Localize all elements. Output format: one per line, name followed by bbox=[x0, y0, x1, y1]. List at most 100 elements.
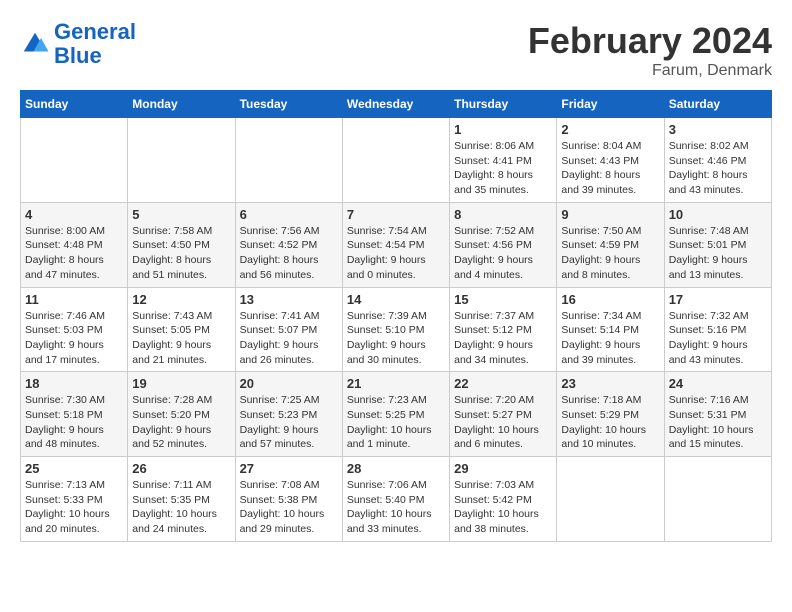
calendar-cell: 13Sunrise: 7:41 AM Sunset: 5:07 PM Dayli… bbox=[235, 287, 342, 372]
day-info: Sunrise: 7:43 AM Sunset: 5:05 PM Dayligh… bbox=[132, 309, 230, 368]
day-number: 18 bbox=[25, 376, 123, 391]
calendar-cell: 19 Sunrise: 7:28 AM Sunset: 5:20 PM Dayli… bbox=[128, 372, 235, 457]
page-title: February 2024 bbox=[528, 20, 772, 62]
logo-line1: General bbox=[54, 19, 136, 44]
weekday-header-row: SundayMondayTuesdayWednesdayThursdayFrid… bbox=[21, 91, 772, 118]
calendar-cell bbox=[342, 118, 449, 203]
day-number: 9 bbox=[561, 207, 659, 222]
day-info: Sunrise: 7:03 AM Sunset: 5:42 PM Dayligh… bbox=[454, 478, 552, 537]
calendar-week-row: 4 Sunrise: 8:00 AM Sunset: 4:48 PM Daylig… bbox=[21, 202, 772, 287]
calendar-cell: 6Sunrise: 7:56 AM Sunset: 4:52 PM Daylig… bbox=[235, 202, 342, 287]
day-number: 19 bbox=[132, 376, 230, 391]
calendar-cell: 3 Sunrise: 8:02 AM Sunset: 4:46 PM Daylig… bbox=[664, 118, 771, 203]
calendar-cell: 27Sunrise: 7:08 AM Sunset: 5:38 PM Dayli… bbox=[235, 457, 342, 542]
day-number: 14 bbox=[347, 292, 445, 307]
calendar-cell bbox=[557, 457, 664, 542]
day-number: 10 bbox=[669, 207, 767, 222]
calendar-cell bbox=[128, 118, 235, 203]
day-info: Sunrise: 7:41 AM Sunset: 5:07 PM Dayligh… bbox=[240, 309, 338, 368]
calendar-cell: 18 Sunrise: 7:30 AM Sunset: 5:18 PM Dayli… bbox=[21, 372, 128, 457]
day-number: 22 bbox=[454, 376, 552, 391]
day-info: Sunrise: 7:37 AM Sunset: 5:12 PM Dayligh… bbox=[454, 309, 552, 368]
day-info: Sunrise: 7:56 AM Sunset: 4:52 PM Dayligh… bbox=[240, 224, 338, 283]
day-info: Sunrise: 7:28 AM Sunset: 5:20 PM Dayligh… bbox=[132, 393, 230, 452]
calendar-cell: 9Sunrise: 7:50 AM Sunset: 4:59 PM Daylig… bbox=[557, 202, 664, 287]
day-number: 17 bbox=[669, 292, 767, 307]
calendar-week-row: 18 Sunrise: 7:30 AM Sunset: 5:18 PM Dayli… bbox=[21, 372, 772, 457]
calendar-cell: 11Sunrise: 7:46 AM Sunset: 5:03 PM Dayli… bbox=[21, 287, 128, 372]
day-info: Sunrise: 8:04 AM Sunset: 4:43 PM Dayligh… bbox=[561, 139, 659, 198]
day-number: 21 bbox=[347, 376, 445, 391]
day-info: Sunrise: 7:11 AM Sunset: 5:35 PM Dayligh… bbox=[132, 478, 230, 537]
day-number: 5 bbox=[132, 207, 230, 222]
page-subtitle: Farum, Denmark bbox=[528, 62, 772, 80]
weekday-header: Monday bbox=[128, 91, 235, 118]
day-number: 25 bbox=[25, 461, 123, 476]
day-info: Sunrise: 7:18 AM Sunset: 5:29 PM Dayligh… bbox=[561, 393, 659, 452]
calendar-cell bbox=[21, 118, 128, 203]
calendar-cell: 21 Sunrise: 7:23 AM Sunset: 5:25 PM Dayli… bbox=[342, 372, 449, 457]
day-number: 2 bbox=[561, 122, 659, 137]
weekday-header: Sunday bbox=[21, 91, 128, 118]
day-number: 27 bbox=[240, 461, 338, 476]
day-info: Sunrise: 7:34 AM Sunset: 5:14 PM Dayligh… bbox=[561, 309, 659, 368]
day-info: Sunrise: 7:13 AM Sunset: 5:33 PM Dayligh… bbox=[25, 478, 123, 537]
calendar-week-row: 1 Sunrise: 8:06 AM Sunset: 4:41 PM Daylig… bbox=[21, 118, 772, 203]
weekday-header: Wednesday bbox=[342, 91, 449, 118]
calendar-cell: 26Sunrise: 7:11 AM Sunset: 5:35 PM Dayli… bbox=[128, 457, 235, 542]
day-number: 7 bbox=[347, 207, 445, 222]
calendar-body: 1 Sunrise: 8:06 AM Sunset: 4:41 PM Daylig… bbox=[21, 118, 772, 542]
calendar-week-row: 25 Sunrise: 7:13 AM Sunset: 5:33 PM Dayli… bbox=[21, 457, 772, 542]
day-info: Sunrise: 7:23 AM Sunset: 5:25 PM Dayligh… bbox=[347, 393, 445, 452]
calendar-cell: 14 Sunrise: 7:39 AM Sunset: 5:10 PM Dayli… bbox=[342, 287, 449, 372]
calendar-table: SundayMondayTuesdayWednesdayThursdayFrid… bbox=[20, 90, 772, 542]
day-info: Sunrise: 7:25 AM Sunset: 5:23 PM Dayligh… bbox=[240, 393, 338, 452]
logo-text: General Blue bbox=[54, 20, 136, 68]
day-info: Sunrise: 8:02 AM Sunset: 4:46 PM Dayligh… bbox=[669, 139, 767, 198]
day-number: 11 bbox=[25, 292, 123, 307]
logo-icon bbox=[20, 29, 50, 59]
day-number: 12 bbox=[132, 292, 230, 307]
weekday-header: Thursday bbox=[450, 91, 557, 118]
weekday-header: Friday bbox=[557, 91, 664, 118]
calendar-cell bbox=[235, 118, 342, 203]
calendar-cell: 8Sunrise: 7:52 AM Sunset: 4:56 PM Daylig… bbox=[450, 202, 557, 287]
day-number: 3 bbox=[669, 122, 767, 137]
day-info: Sunrise: 8:00 AM Sunset: 4:48 PM Dayligh… bbox=[25, 224, 123, 283]
title-area: February 2024 Farum, Denmark bbox=[528, 20, 772, 80]
logo: General Blue bbox=[20, 20, 136, 68]
day-number: 20 bbox=[240, 376, 338, 391]
day-info: Sunrise: 7:30 AM Sunset: 5:18 PM Dayligh… bbox=[25, 393, 123, 452]
calendar-cell: 7 Sunrise: 7:54 AM Sunset: 4:54 PM Daylig… bbox=[342, 202, 449, 287]
day-number: 1 bbox=[454, 122, 552, 137]
day-info: Sunrise: 7:39 AM Sunset: 5:10 PM Dayligh… bbox=[347, 309, 445, 368]
logo-line2: Blue bbox=[54, 43, 102, 68]
day-number: 24 bbox=[669, 376, 767, 391]
day-info: Sunrise: 7:58 AM Sunset: 4:50 PM Dayligh… bbox=[132, 224, 230, 283]
calendar-cell: 28 Sunrise: 7:06 AM Sunset: 5:40 PM Dayli… bbox=[342, 457, 449, 542]
calendar-cell: 1 Sunrise: 8:06 AM Sunset: 4:41 PM Daylig… bbox=[450, 118, 557, 203]
day-info: Sunrise: 7:20 AM Sunset: 5:27 PM Dayligh… bbox=[454, 393, 552, 452]
calendar-cell: 17 Sunrise: 7:32 AM Sunset: 5:16 PM Dayli… bbox=[664, 287, 771, 372]
calendar-cell: 29 Sunrise: 7:03 AM Sunset: 5:42 PM Dayli… bbox=[450, 457, 557, 542]
day-info: Sunrise: 7:06 AM Sunset: 5:40 PM Dayligh… bbox=[347, 478, 445, 537]
day-info: Sunrise: 8:06 AM Sunset: 4:41 PM Dayligh… bbox=[454, 139, 552, 198]
day-info: Sunrise: 7:54 AM Sunset: 4:54 PM Dayligh… bbox=[347, 224, 445, 283]
weekday-header: Saturday bbox=[664, 91, 771, 118]
calendar-cell: 10 Sunrise: 7:48 AM Sunset: 5:01 PM Dayli… bbox=[664, 202, 771, 287]
calendar-cell: 2 Sunrise: 8:04 AM Sunset: 4:43 PM Daylig… bbox=[557, 118, 664, 203]
calendar-cell: 22 Sunrise: 7:20 AM Sunset: 5:27 PM Dayli… bbox=[450, 372, 557, 457]
calendar-cell: 5 Sunrise: 7:58 AM Sunset: 4:50 PM Daylig… bbox=[128, 202, 235, 287]
calendar-header: SundayMondayTuesdayWednesdayThursdayFrid… bbox=[21, 91, 772, 118]
day-number: 29 bbox=[454, 461, 552, 476]
calendar-cell: 16Sunrise: 7:34 AM Sunset: 5:14 PM Dayli… bbox=[557, 287, 664, 372]
day-info: Sunrise: 7:32 AM Sunset: 5:16 PM Dayligh… bbox=[669, 309, 767, 368]
calendar-cell: 23Sunrise: 7:18 AM Sunset: 5:29 PM Dayli… bbox=[557, 372, 664, 457]
day-number: 4 bbox=[25, 207, 123, 222]
calendar-cell: 24Sunrise: 7:16 AM Sunset: 5:31 PM Dayli… bbox=[664, 372, 771, 457]
calendar-cell: 15Sunrise: 7:37 AM Sunset: 5:12 PM Dayli… bbox=[450, 287, 557, 372]
day-info: Sunrise: 7:48 AM Sunset: 5:01 PM Dayligh… bbox=[669, 224, 767, 283]
calendar-week-row: 11Sunrise: 7:46 AM Sunset: 5:03 PM Dayli… bbox=[21, 287, 772, 372]
calendar-cell: 25 Sunrise: 7:13 AM Sunset: 5:33 PM Dayli… bbox=[21, 457, 128, 542]
day-number: 28 bbox=[347, 461, 445, 476]
